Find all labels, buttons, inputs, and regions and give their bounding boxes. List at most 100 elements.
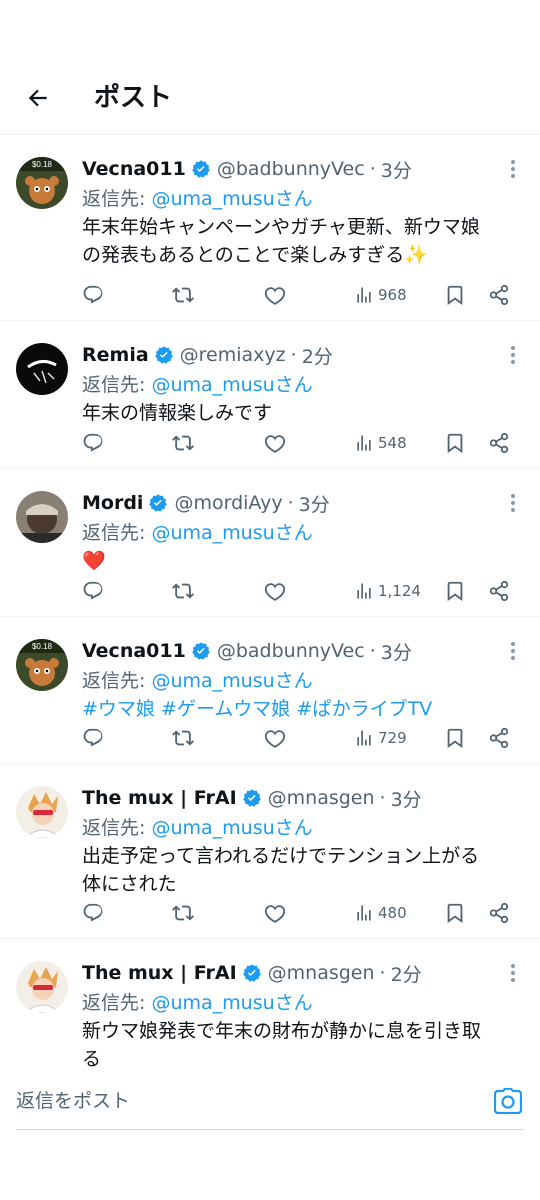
share-button[interactable] [488,898,510,928]
reply-to-label: 返信先: [82,817,152,839]
more-dots-icon[interactable] [502,491,524,515]
reply-icon [83,285,103,304]
reply-mention-link[interactable]: @uma_musuさん [151,817,312,839]
tweet-text-line: 新ウマ娘発表で年末の財布が静かに息を引き取 [82,1020,482,1042]
share-button[interactable] [488,280,510,310]
reply-to-label: 返信先: [82,992,152,1014]
like-icon [264,905,286,923]
reply-mention-link[interactable]: @uma_musuさん [151,670,312,692]
reply-to-line: 返信先: @uma_musuさん [82,519,524,547]
avatar[interactable] [16,786,68,838]
more-dots-icon[interactable] [502,157,524,181]
action-bar: 729 [82,723,514,753]
verified-badge-icon [191,641,211,661]
views-button[interactable]: 729 [354,723,407,753]
reply-to-line: 返信先: @uma_musuさん [82,814,524,842]
post-time[interactable]: 3分 [381,638,412,665]
tweet-item[interactable]: $0.18 Vecna011 @badbunnyVec · 3分 返信先: @u… [0,617,540,764]
avatar[interactable]: $0.18 [16,157,68,209]
post-time[interactable]: 3分 [299,490,330,517]
share-button[interactable] [488,576,510,606]
retweet-button[interactable] [172,280,194,310]
avatar[interactable] [16,491,68,543]
verified-badge-icon [154,345,174,365]
like-button[interactable] [264,898,286,928]
views-count: 548 [378,434,407,452]
camera-button[interactable] [493,1087,523,1115]
back-button[interactable] [20,80,56,116]
views-icon [357,905,371,921]
views-icon [357,435,371,451]
verified-badge-icon [148,493,168,513]
display-name[interactable]: Mordi [82,492,143,514]
like-button[interactable] [264,428,286,458]
tweet-text-line: る [82,1048,102,1070]
avatar[interactable] [16,343,68,395]
post-time[interactable]: 3分 [381,156,412,183]
bookmark-button[interactable] [444,428,466,458]
post-time[interactable]: 3分 [391,785,422,812]
user-handle[interactable]: @remiaxyz [180,344,286,366]
tweet-item[interactable]: The mux | FrAI @mnasgen · 3分 返信先: @uma_m… [0,764,540,939]
bookmark-button[interactable] [444,898,466,928]
views-button[interactable]: 1,124 [354,576,421,606]
retweet-button[interactable] [172,723,194,753]
user-handle[interactable]: @mnasgen [268,962,375,984]
retweet-button[interactable] [172,576,194,606]
reply-to-line: 返信先: @uma_musuさん [82,371,524,399]
retweet-button[interactable] [172,428,194,458]
views-button[interactable]: 968 [354,280,407,310]
reply-button[interactable] [82,280,104,310]
action-bar: 480 [82,898,514,928]
display-name[interactable]: Remia [82,344,149,366]
bookmark-icon [447,581,463,602]
user-handle[interactable]: @mnasgen [268,787,375,809]
tweet-item[interactable]: $0.18 Vecna011 @badbunnyVec · 3分 返信先: @u… [0,135,540,321]
reply-mention-link[interactable]: @uma_musuさん [151,188,312,210]
display-name[interactable]: Vecna011 [82,158,186,180]
reply-button[interactable] [82,723,104,753]
views-button[interactable]: 548 [354,428,407,458]
views-count: 1,124 [378,582,421,600]
like-button[interactable] [264,723,286,753]
more-dots-icon[interactable] [502,961,524,985]
bookmark-button[interactable] [444,576,466,606]
views-button[interactable]: 480 [354,898,407,928]
tweet-item[interactable]: Mordi @mordiAyy · 3分 返信先: @uma_musuさん ❤️ [0,469,540,617]
bookmark-button[interactable] [444,280,466,310]
display-name[interactable]: The mux | FrAI [82,787,237,809]
user-handle[interactable]: @badbunnyVec [217,640,365,662]
tweet-item[interactable]: The mux | FrAI @mnasgen · 2分 返信先: @uma_m… [0,939,540,1072]
reply-icon [83,728,103,747]
reply-button[interactable] [82,898,104,928]
bookmark-button[interactable] [444,723,466,753]
display-name[interactable]: The mux | FrAI [82,962,237,984]
like-icon [264,287,286,305]
user-handle[interactable]: @badbunnyVec [217,158,365,180]
avatar[interactable]: $0.18 [16,639,68,691]
user-handle[interactable]: @mordiAyy [174,492,282,514]
separator-dot: · [369,158,376,180]
hashtag-line[interactable]: #ウマ娘 #ゲームウマ娘 #ぱかライブTV [82,695,524,723]
tweet-item[interactable]: Remia @remiaxyz · 2分 返信先: @uma_musuさん 年末… [0,321,540,469]
reply-mention-link[interactable]: @uma_musuさん [151,522,312,544]
reply-icon [83,903,103,922]
display-name[interactable]: Vecna011 [82,640,186,662]
post-time[interactable]: 2分 [302,342,333,369]
reply-mention-link[interactable]: @uma_musuさん [151,374,312,396]
reply-button[interactable] [82,428,104,458]
share-button[interactable] [488,723,510,753]
like-button[interactable] [264,280,286,310]
views-icon [357,287,371,303]
share-button[interactable] [488,428,510,458]
separator-dot: · [379,962,386,984]
avatar[interactable] [16,961,68,1013]
like-button[interactable] [264,576,286,606]
more-dots-icon[interactable] [502,343,524,367]
retweet-button[interactable] [172,898,194,928]
post-time[interactable]: 2分 [391,960,422,987]
reply-button[interactable] [82,576,104,606]
more-dots-icon[interactable] [502,639,524,663]
reply-input[interactable] [16,1086,456,1116]
reply-mention-link[interactable]: @uma_musuさん [151,992,312,1014]
